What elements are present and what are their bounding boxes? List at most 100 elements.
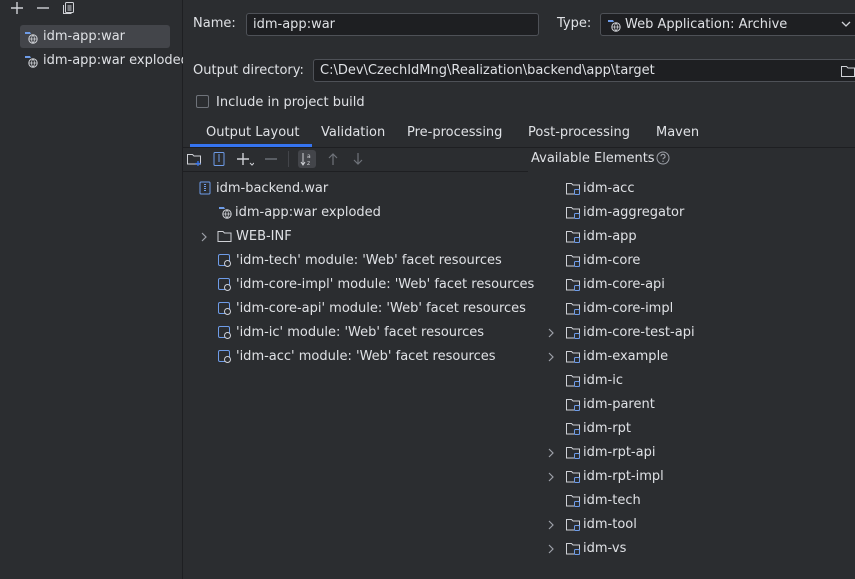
available-module-item[interactable]: idm-ic [565, 369, 623, 391]
module-folder-icon [565, 397, 581, 412]
chevron-right-icon[interactable] [546, 351, 556, 363]
layout-item-facet[interactable]: 'idm-core-impl' module: 'Web' facet reso… [217, 273, 534, 295]
layout-item-facet[interactable]: 'idm-tech' module: 'Web' facet resources [217, 249, 502, 271]
module-folder-icon [565, 517, 581, 532]
layout-item-facet[interactable]: 'idm-core-api' module: 'Web' facet resou… [217, 297, 526, 319]
artifact-label: idm-app:war [43, 29, 126, 44]
available-module-item[interactable]: idm-core-test-api [565, 321, 695, 343]
module-folder-icon [565, 229, 581, 244]
module-folder-icon [565, 277, 581, 292]
available-module-item[interactable]: idm-core-api [565, 273, 665, 295]
module-folder-icon [565, 493, 581, 508]
module-label: idm-aggregator [583, 204, 685, 220]
available-module-item[interactable]: idm-rpt-api [565, 441, 655, 463]
module-label: idm-tool [583, 516, 637, 532]
module-folder-icon [565, 421, 581, 436]
module-label: idm-vs [583, 540, 627, 556]
layout-root-label: idm-backend.war [216, 180, 329, 196]
module-label: idm-app [583, 228, 637, 244]
module-label: idm-core-impl [583, 300, 674, 316]
module-label: idm-example [583, 348, 669, 364]
tab-validation[interactable]: Validation [321, 122, 385, 144]
divider [183, 147, 855, 148]
layout-item-label: idm-app:war exploded [235, 204, 381, 220]
move-down-icon[interactable] [350, 151, 366, 167]
web-artifact-icon [606, 17, 622, 33]
web-facet-resources-icon [217, 277, 232, 292]
chevron-right-icon[interactable] [546, 447, 556, 459]
type-label: Type: [557, 16, 592, 31]
layout-toolbar: az [186, 149, 366, 169]
layout-item-web-inf[interactable]: WEB-INF [217, 225, 292, 247]
create-archive-icon[interactable] [211, 151, 227, 167]
artifacts-sidebar [0, 0, 183, 579]
output-directory-input[interactable]: C:\Dev\CzechIdMng\Realization\backend\ap… [313, 59, 855, 82]
sidebar-toolbar [10, 0, 76, 16]
available-module-item[interactable]: idm-acc [565, 177, 634, 199]
available-module-item[interactable]: idm-tech [565, 489, 641, 511]
artifact-item-war[interactable]: idm-app:war [20, 25, 170, 48]
layout-item-facet[interactable]: 'idm-acc' module: 'Web' facet resources [217, 345, 496, 367]
web-artifact-icon [23, 53, 39, 69]
available-module-item[interactable]: idm-core [565, 249, 640, 271]
module-label: idm-core-api [583, 276, 665, 292]
remove-icon[interactable] [263, 151, 279, 167]
available-module-item[interactable]: idm-tool [565, 513, 637, 535]
sort-elements-icon[interactable]: az [298, 150, 316, 168]
available-module-item[interactable]: idm-aggregator [565, 201, 684, 223]
archive-icon [198, 181, 212, 195]
name-input[interactable]: idm-app:war [246, 13, 539, 36]
available-module-item[interactable]: idm-parent [565, 393, 655, 415]
layout-item-label: 'idm-core-impl' module: 'Web' facet reso… [236, 276, 535, 292]
module-label: idm-acc [583, 180, 635, 196]
type-select[interactable]: Web Application: Archive [600, 13, 855, 36]
available-module-item[interactable]: idm-core-impl [565, 297, 673, 319]
help-icon[interactable] [656, 151, 670, 165]
available-module-item[interactable]: idm-app [565, 225, 637, 247]
chevron-right-icon[interactable] [546, 543, 556, 555]
create-directory-icon[interactable] [186, 151, 202, 167]
tab-pre-processing[interactable]: Pre-processing [407, 122, 502, 144]
copy-icon[interactable] [62, 1, 76, 15]
module-label: idm-ic [583, 372, 623, 388]
include-in-build-label: Include in project build [216, 95, 365, 110]
layout-root-item[interactable]: idm-backend.war [198, 177, 328, 199]
web-facet-resources-icon [217, 349, 232, 364]
chevron-down-icon[interactable] [840, 18, 852, 30]
chevron-right-icon[interactable] [546, 519, 556, 531]
module-label: idm-parent [583, 396, 655, 412]
tab-maven[interactable]: Maven [656, 122, 699, 144]
module-folder-icon [565, 205, 581, 220]
available-module-item[interactable]: idm-vs [565, 537, 626, 559]
module-folder-icon [565, 469, 581, 484]
layout-item-facet[interactable]: 'idm-ic' module: 'Web' facet resources [217, 321, 484, 343]
artifact-item-war-exploded[interactable]: idm-app:war exploded [20, 49, 189, 72]
module-folder-icon [565, 181, 581, 196]
tab-output-layout[interactable]: Output Layout [206, 122, 299, 144]
layout-item-label: WEB-INF [236, 228, 292, 244]
tab-post-processing[interactable]: Post-processing [528, 122, 630, 144]
folder-icon [217, 229, 232, 243]
web-facet-resources-icon [217, 325, 232, 340]
browse-folder-icon[interactable] [840, 63, 855, 79]
output-directory-label: Output directory: [193, 63, 304, 78]
layout-item-label: 'idm-core-api' module: 'Web' facet resou… [236, 300, 526, 316]
artifact-label: idm-app:war exploded [43, 53, 189, 68]
name-label: Name: [193, 16, 236, 31]
module-folder-icon [565, 349, 581, 364]
chevron-right-icon[interactable] [546, 471, 556, 483]
chevron-right-icon[interactable] [199, 231, 209, 243]
remove-icon[interactable] [36, 1, 50, 15]
move-up-icon[interactable] [325, 151, 341, 167]
add-icon[interactable] [10, 1, 24, 15]
module-label: idm-rpt-api [583, 444, 656, 460]
layout-item-war-exploded[interactable]: idm-app:war exploded [217, 201, 381, 223]
divider [183, 171, 528, 172]
add-copy-icon[interactable] [236, 151, 254, 167]
available-module-item[interactable]: idm-example [565, 345, 668, 367]
chevron-right-icon[interactable] [546, 327, 556, 339]
module-folder-icon [565, 541, 581, 556]
available-module-item[interactable]: idm-rpt-impl [565, 465, 664, 487]
available-module-item[interactable]: idm-rpt [565, 417, 631, 439]
include-in-build-checkbox[interactable] [196, 95, 209, 108]
